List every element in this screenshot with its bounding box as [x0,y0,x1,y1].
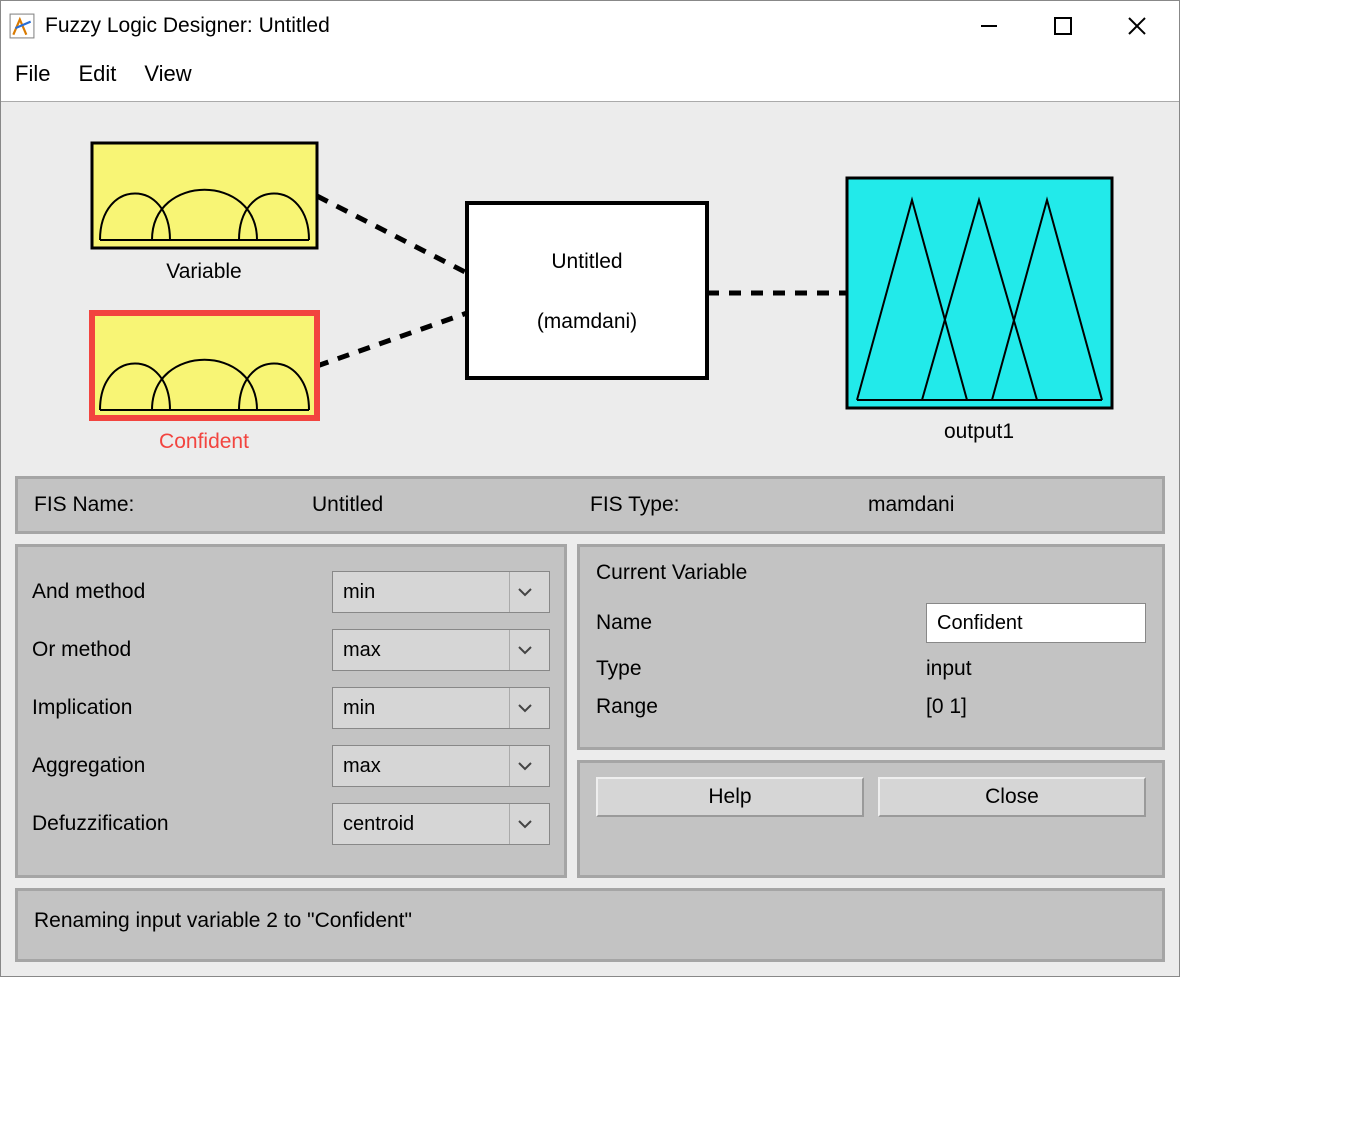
close-button[interactable]: Close [878,777,1146,817]
implication-value: min [343,697,375,720]
and-method-label: And method [32,580,332,604]
defuzzification-value: centroid [343,813,414,836]
button-panel: Help Close [577,760,1165,878]
implication-label: Implication [32,696,332,720]
fis-name-value: Untitled [312,493,590,517]
or-method-select[interactable]: max [332,629,550,671]
cv-name-label: Name [596,611,926,635]
chevron-down-icon [509,688,539,728]
cv-type-label: Type [596,657,926,681]
cv-range-value: [0 1] [926,695,967,719]
implication-select[interactable]: min [332,687,550,729]
connector-input2 [317,313,467,366]
current-variable-panel: Current Variable Name Type input Range [… [577,544,1165,750]
and-method-select[interactable]: min [332,571,550,613]
fis-name-label: FIS Name: [34,493,312,517]
aggregation-value: max [343,755,381,778]
menu-edit[interactable]: Edit [78,61,116,87]
window-buttons [969,6,1171,46]
current-variable-header: Current Variable [596,561,1146,585]
or-method-label: Or method [32,638,332,662]
minimize-icon [977,14,1001,38]
menu-file[interactable]: File [15,61,50,87]
aggregation-label: Aggregation [32,754,332,778]
aggregation-select[interactable]: max [332,745,550,787]
chevron-down-icon [509,630,539,670]
cv-name-input[interactable] [926,603,1146,643]
input-variable-box[interactable] [92,143,317,248]
status-bar: Renaming input variable 2 to "Confident" [15,888,1165,962]
system-name: Untitled [551,250,622,273]
defuzzification-label: Defuzzification [32,812,332,836]
defuzzification-select[interactable]: centroid [332,803,550,845]
minimize-button[interactable] [969,6,1009,46]
menubar: File Edit View [1,51,1179,102]
chevron-down-icon [509,804,539,844]
menu-view[interactable]: View [144,61,191,87]
connector-input1 [317,196,467,273]
output-box[interactable] [847,178,1112,408]
fis-type-value: mamdani [868,493,1146,517]
system-box[interactable] [467,203,707,378]
system-type: (mamdani) [537,310,637,333]
fis-diagram: Variable Confident Untitled (mamdani) [17,118,1165,458]
output-label: output1 [944,420,1014,443]
input2-label: Confident [159,430,249,453]
chevron-down-icon [509,746,539,786]
close-window-button[interactable] [1117,6,1157,46]
chevron-down-icon [509,572,539,612]
window-title: Fuzzy Logic Designer: Untitled [45,14,969,38]
help-button[interactable]: Help [596,777,864,817]
methods-panel: And method min Or method max [15,544,567,878]
maximize-icon [1052,15,1074,37]
fis-type-label: FIS Type: [590,493,868,517]
cv-range-label: Range [596,695,926,719]
cv-type-value: input [926,657,972,681]
maximize-button[interactable] [1043,6,1083,46]
app-icon [9,13,35,39]
info-panels: FIS Name: Untitled FIS Type: mamdani And… [1,462,1179,976]
titlebar: Fuzzy Logic Designer: Untitled [1,1,1179,51]
diagram-area: Variable Confident Untitled (mamdani) [1,102,1179,462]
or-method-value: max [343,639,381,662]
fis-info-panel: FIS Name: Untitled FIS Type: mamdani [15,476,1165,534]
close-icon [1125,14,1149,38]
app-window: Fuzzy Logic Designer: Untitled File Edit… [0,0,1180,977]
and-method-value: min [343,581,375,604]
input1-label: Variable [166,260,242,283]
input-confident-box[interactable] [92,313,317,418]
